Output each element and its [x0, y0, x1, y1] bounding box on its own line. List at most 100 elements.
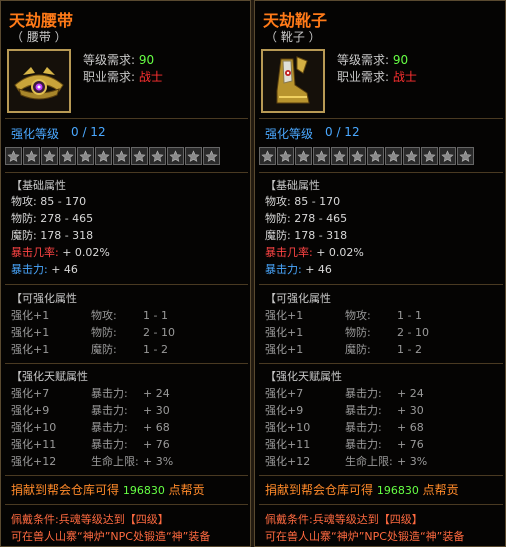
talent-row: 强化+9 暴击力: + 30: [265, 404, 495, 418]
star-slot-icon: [259, 147, 276, 165]
class-req-value: 战士: [138, 70, 163, 84]
enh-value: 1 - 1: [143, 309, 168, 322]
star-slot-icon: [167, 147, 184, 165]
enh-row: 强化+1 物攻: 1 - 1: [11, 309, 241, 323]
attr-value: + 46: [51, 263, 78, 276]
star-slot-icon: [313, 147, 330, 165]
star-slot-icon: [403, 147, 420, 165]
donate-suffix: 点帮贡: [422, 483, 459, 497]
talent-value: + 76: [397, 438, 424, 451]
divider: [259, 475, 503, 476]
enh-row: 强化+1 物攻: 1 - 1: [265, 309, 495, 323]
talent-level: 强化+7: [11, 387, 50, 400]
enh-label: 物防:: [345, 326, 371, 339]
talent-level: 强化+10: [265, 421, 311, 434]
level-req-label: 等级需求:: [337, 53, 390, 67]
star-slot-icon: [149, 147, 166, 165]
forge-condition: 可在兽人山寨“神炉”NPC处锻造“神”装备: [11, 530, 211, 543]
attr-row: 暴击几率: + 0.02%: [11, 246, 110, 260]
enhance-value: 0 / 12: [71, 125, 106, 139]
forge-condition: 可在兽人山寨“神炉”NPC处锻造“神”装备: [265, 530, 465, 543]
item-subtype: （ 腰带 ）: [11, 30, 67, 44]
divider: [259, 172, 503, 173]
talent-label: 暴击力:: [91, 421, 128, 434]
talent-label: 暴击力:: [91, 438, 128, 451]
attr-label: 物攻:: [11, 195, 37, 208]
attr-value: + 0.02%: [316, 246, 364, 259]
tooltip-panel-boots: 天劫靴子 （ 靴子 ） 等级需求: 90 职业需求: 战士 强化等级 0 / 1…: [254, 0, 506, 547]
attr-value: + 0.02%: [62, 246, 110, 259]
enh-level: 强化+1: [265, 343, 304, 356]
star-slot-icon: [349, 147, 366, 165]
enhance-stars: [5, 147, 220, 167]
talent-value: + 30: [397, 404, 424, 417]
attr-row: 暴击力: + 46: [265, 263, 332, 277]
talent-row: 强化+12 生命上限: + 3%: [11, 455, 241, 469]
wear-condition: 佩戴条件:兵魂等级达到【四级】: [265, 513, 423, 526]
talent-label: 暴击力:: [91, 404, 128, 417]
star-slot-icon: [385, 147, 402, 165]
talent-value: + 3%: [143, 455, 174, 468]
class-requirement: 职业需求: 战士: [83, 68, 163, 85]
enhance-label: 强化等级: [11, 127, 60, 141]
attr-row: 魔防: 178 - 318: [11, 229, 93, 243]
enhance-value: 0 / 12: [325, 125, 360, 139]
enh-row: 强化+1 物防: 2 - 10: [11, 326, 241, 340]
enh-level: 强化+1: [11, 326, 50, 339]
star-slot-icon: [439, 147, 456, 165]
level-req-value: 90: [392, 53, 409, 67]
wear-condition: 佩戴条件:兵魂等级达到【四级】: [11, 513, 169, 526]
divider: [5, 504, 248, 505]
star-slot-icon: [457, 147, 474, 165]
divider: [259, 363, 503, 364]
class-requirement: 职业需求: 战士: [337, 68, 417, 85]
attr-label: 魔防:: [11, 229, 37, 242]
star-slot-icon: [95, 147, 112, 165]
talent-row: 强化+7 暴击力: + 24: [265, 387, 495, 401]
divider: [5, 363, 248, 364]
attr-row: 物攻: 85 - 170: [265, 195, 340, 209]
talent-row: 强化+11 暴击力: + 76: [11, 438, 241, 452]
divider: [259, 504, 503, 505]
attr-label: 暴击力:: [265, 263, 302, 276]
tooltip-panel-belt: 天劫腰带 （ 腰带 ） 等级需求: 90 职业需求: 战士 强化等级 0 / 1…: [0, 0, 251, 547]
attr-label: 暴击几率:: [11, 246, 59, 259]
attr-label: 物攻:: [265, 195, 291, 208]
item-subtype: （ 靴子 ）: [265, 30, 321, 44]
talent-row: 强化+12 生命上限: + 3%: [265, 455, 495, 469]
basic-attr-title: 【基础属性: [11, 179, 66, 192]
level-req-value: 90: [138, 53, 155, 67]
attr-value: + 46: [305, 263, 332, 276]
attr-value: 178 - 318: [294, 229, 348, 242]
donate-label: 捐献到帮会仓库可得: [11, 483, 120, 497]
star-slot-icon: [23, 147, 40, 165]
enhanceable-attr-title: 【可强化属性: [265, 292, 331, 305]
talent-attr-title: 【强化天赋属性: [11, 370, 88, 383]
star-slot-icon: [41, 147, 58, 165]
talent-value: + 3%: [397, 455, 428, 468]
enh-value: 2 - 10: [143, 326, 175, 339]
enh-label: 物防:: [91, 326, 117, 339]
enh-level: 强化+1: [11, 309, 50, 322]
attr-row: 暴击几率: + 0.02%: [265, 246, 364, 260]
talent-level: 强化+9: [11, 404, 50, 417]
attr-value: 85 - 170: [294, 195, 341, 208]
enh-label: 魔防:: [345, 343, 371, 356]
attr-row: 暴击力: + 46: [11, 263, 78, 277]
donate-info: 捐献到帮会仓库可得 196830 点帮贡: [265, 481, 459, 498]
donate-value: 196830: [122, 484, 165, 497]
enh-label: 物攻:: [345, 309, 371, 322]
enh-level: 强化+1: [265, 326, 304, 339]
divider: [5, 118, 248, 119]
enh-value: 2 - 10: [397, 326, 429, 339]
talent-level: 强化+7: [265, 387, 304, 400]
divider: [5, 172, 248, 173]
attr-value: 85 - 170: [40, 195, 87, 208]
star-slot-icon: [277, 147, 294, 165]
attr-row: 物防: 278 - 465: [265, 212, 347, 226]
attr-value: 178 - 318: [40, 229, 94, 242]
star-slot-icon: [77, 147, 94, 165]
star-slot-icon: [203, 147, 220, 165]
level-requirement: 等级需求: 90: [83, 51, 154, 68]
enh-row: 强化+1 魔防: 1 - 2: [265, 343, 495, 357]
